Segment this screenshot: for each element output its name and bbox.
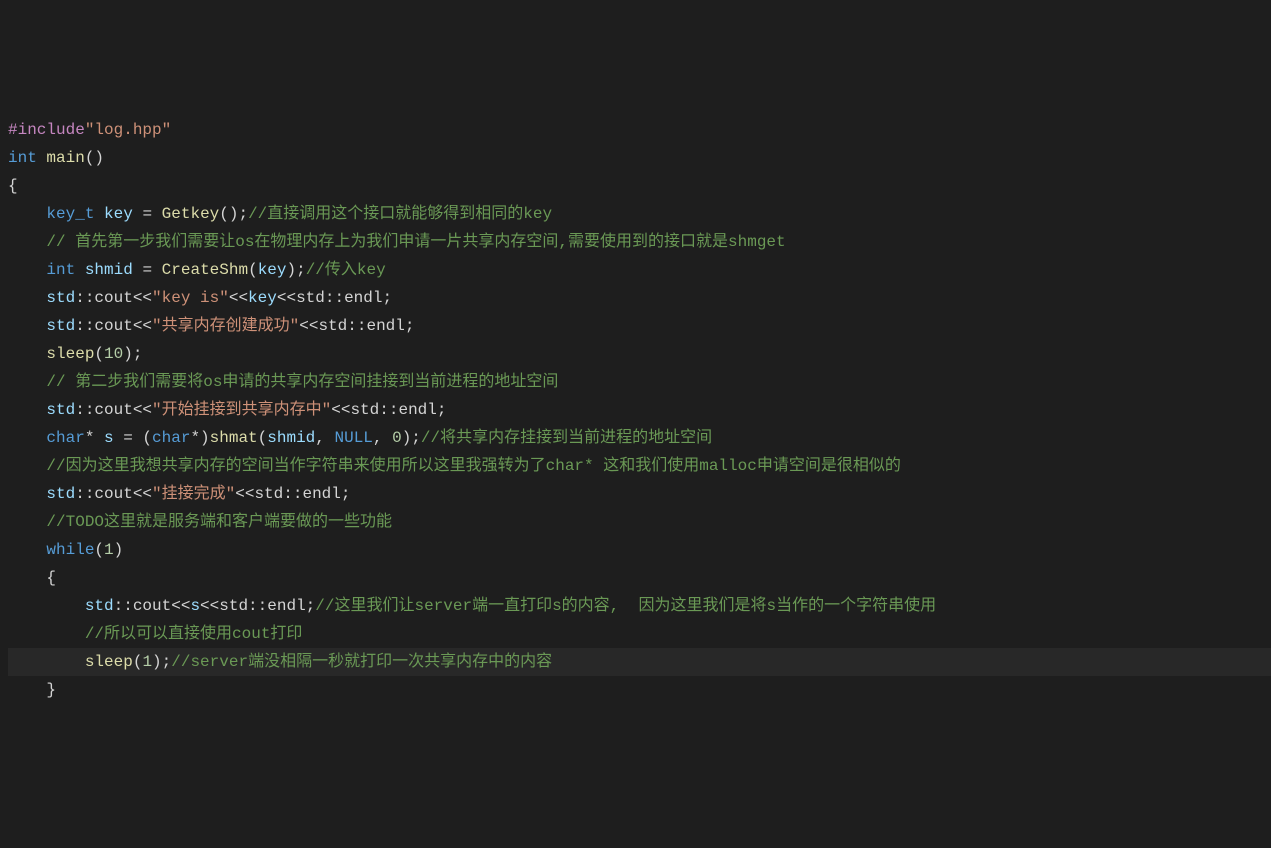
- brace-close: }: [46, 681, 56, 699]
- code-line: {: [8, 172, 1271, 200]
- parens: (): [85, 149, 104, 167]
- string-literal: "key is": [152, 289, 229, 307]
- code-line: std::cout<<"key is"<<key<<std::endl;: [8, 284, 1271, 312]
- brace-open: {: [8, 177, 18, 195]
- var-key: key: [104, 205, 133, 223]
- keyword-while: while: [46, 541, 94, 559]
- type-key_t: key_t: [46, 205, 94, 223]
- number: 10: [104, 345, 123, 363]
- comment-todo: //TODO这里就是服务端和客户端要做的一些功能: [46, 513, 392, 531]
- var-s: s: [104, 429, 114, 447]
- code-line: //TODO这里就是服务端和客户端要做的一些功能: [8, 508, 1271, 536]
- comment: //因为这里我想共享内存的空间当作字符串来使用所以这里我强转为了char* 这和…: [46, 457, 900, 475]
- code-line: std::cout<<"挂接完成"<<std::endl;: [8, 480, 1271, 508]
- code-line: // 首先第一步我们需要让os在物理内存上为我们申请一片共享内存空间,需要使用到…: [8, 228, 1271, 256]
- number: 1: [104, 541, 114, 559]
- var-shmid: shmid: [85, 261, 133, 279]
- code-editor[interactable]: #include"log.hpp"int main(){ key_t key =…: [8, 116, 1271, 704]
- function-main: main: [46, 149, 84, 167]
- comment: //这里我们让server端一直打印s的内容, 因为这里我们是将s当作的一个字符…: [315, 597, 936, 615]
- code-line: // 第二步我们需要将os申请的共享内存空间挂接到当前进程的地址空间: [8, 368, 1271, 396]
- code-line: {: [8, 564, 1271, 592]
- string-literal: "挂接完成": [152, 485, 235, 503]
- keyword-char: char: [46, 429, 84, 447]
- code-line-highlighted: sleep(1);//server端没相隔一秒就打印一次共享内存中的内容: [8, 648, 1271, 676]
- func-sleep: sleep: [46, 345, 94, 363]
- string-literal: "共享内存创建成功": [152, 317, 299, 335]
- brace-open: {: [46, 569, 56, 587]
- code-line: std::cout<<"共享内存创建成功"<<std::endl;: [8, 312, 1271, 340]
- string-literal: "开始挂接到共享内存中": [152, 401, 331, 419]
- preprocessor: #include: [8, 121, 85, 139]
- comment: // 首先第一步我们需要让os在物理内存上为我们申请一片共享内存空间,需要使用到…: [46, 233, 785, 251]
- number: 1: [142, 653, 152, 671]
- code-line: #include"log.hpp": [8, 116, 1271, 144]
- code-line: int main(): [8, 144, 1271, 172]
- func-shmat: shmat: [210, 429, 258, 447]
- keyword-int: int: [46, 261, 75, 279]
- comment: // 第二步我们需要将os申请的共享内存空间挂接到当前进程的地址空间: [46, 373, 558, 391]
- number: 0: [392, 429, 402, 447]
- code-line: //所以可以直接使用cout打印: [8, 620, 1271, 648]
- comment: //所以可以直接使用cout打印: [85, 625, 303, 643]
- comment: //直接调用这个接口就能够得到相同的key: [248, 205, 552, 223]
- func-getkey: Getkey: [162, 205, 220, 223]
- code-line: }: [8, 676, 1271, 704]
- include-path: "log.hpp": [85, 121, 171, 139]
- func-createshm: CreateShm: [162, 261, 248, 279]
- code-line: int shmid = CreateShm(key);//传入key: [8, 256, 1271, 284]
- func-sleep: sleep: [85, 653, 133, 671]
- code-line: std::cout<<s<<std::endl;//这里我们让server端一直…: [8, 592, 1271, 620]
- keyword-int: int: [8, 149, 37, 167]
- code-line: std::cout<<"开始挂接到共享内存中"<<std::endl;: [8, 396, 1271, 424]
- comment: //传入key: [306, 261, 386, 279]
- code-line: key_t key = Getkey();//直接调用这个接口就能够得到相同的k…: [8, 200, 1271, 228]
- const-null: NULL: [334, 429, 372, 447]
- code-line: //因为这里我想共享内存的空间当作字符串来使用所以这里我强转为了char* 这和…: [8, 452, 1271, 480]
- code-line: sleep(10);: [8, 340, 1271, 368]
- comment: //将共享内存挂接到当前进程的地址空间: [421, 429, 712, 447]
- code-line: char* s = (char*)shmat(shmid, NULL, 0);/…: [8, 424, 1271, 452]
- comment: //server端没相隔一秒就打印一次共享内存中的内容: [171, 653, 552, 671]
- code-line: while(1): [8, 536, 1271, 564]
